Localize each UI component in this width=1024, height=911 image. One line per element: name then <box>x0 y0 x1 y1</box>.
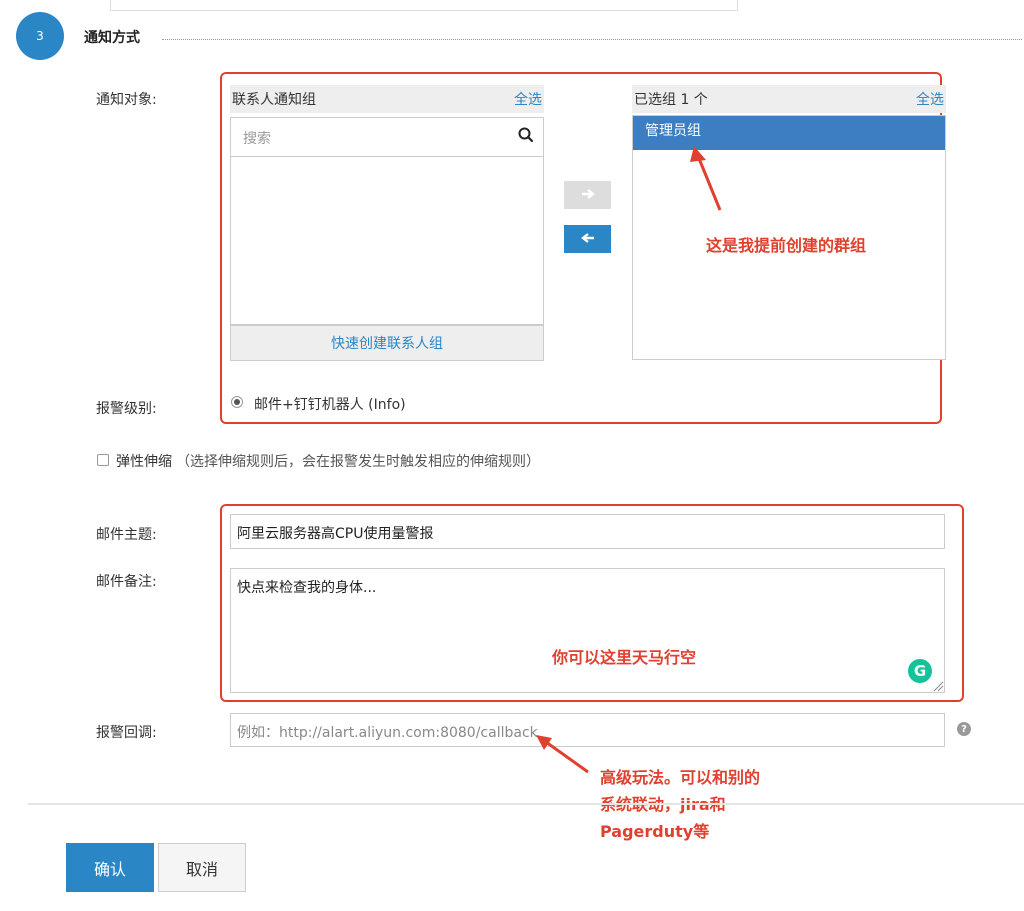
annotation-callback-line1: 高级玩法。可以和别的 <box>600 768 761 787</box>
email-subject-label: 邮件主题: <box>96 527 157 543</box>
move-right-button[interactable] <box>564 181 611 209</box>
contact-groups-list[interactable] <box>230 157 544 325</box>
selected-groups-header: 已选组 1 个 全选 <box>632 85 946 113</box>
email-note-text: 快点来检查我的身体... <box>237 580 377 596</box>
notify-target-label: 通知对象: <box>96 92 157 108</box>
step-number-badge: 3 <box>16 12 64 60</box>
selected-groups-panel: 已选组 1 个 全选 管理员组 <box>632 85 946 360</box>
contact-groups-panel: 联系人通知组 全选 搜索 快速创建联系人组 <box>230 85 544 361</box>
resize-handle-icon[interactable] <box>932 680 944 692</box>
annotation-arrow-group <box>690 146 722 211</box>
grammarly-icon[interactable]: G <box>908 659 932 683</box>
quick-create-group-button[interactable]: 快速创建联系人组 <box>230 325 544 361</box>
arrow-right-icon <box>581 187 595 203</box>
search-icon[interactable] <box>517 126 535 148</box>
contact-groups-title: 联系人通知组 <box>232 92 316 108</box>
arrow-left-icon <box>580 231 595 247</box>
footer-divider <box>28 803 1024 805</box>
email-note-textarea[interactable]: 快点来检查我的身体... <box>230 568 945 693</box>
group-search-input[interactable]: 搜索 <box>230 117 544 157</box>
annotation-group-note: 这是我提前创建的群组 <box>706 236 867 255</box>
search-placeholder: 搜索 <box>243 131 271 147</box>
email-note-label: 邮件备注: <box>96 574 157 590</box>
annotation-free-note: 你可以这里天马行空 <box>552 648 697 667</box>
section-title: 通知方式 <box>84 30 140 46</box>
callback-placeholder: 例如：http://alart.aliyun.com:8080/callback <box>237 725 538 741</box>
elastic-scaling-hint: （选择伸缩规则后，会在报警发生时触发相应的伸缩规则） <box>176 454 540 470</box>
radio-selected-dot <box>234 399 240 405</box>
alert-level-radio[interactable] <box>231 396 243 408</box>
alert-level-option-label: 邮件+钉钉机器人 (Info) <box>254 397 406 413</box>
move-left-button[interactable] <box>564 225 611 253</box>
elastic-scaling-checkbox[interactable] <box>97 454 109 466</box>
section-divider <box>162 39 1022 40</box>
annotation-callback-line3: Pagerduty等 <box>600 822 710 841</box>
cancel-button[interactable]: 取消 <box>158 843 246 892</box>
alert-callback-label: 报警回调: <box>96 725 157 741</box>
previous-input-box <box>110 0 738 11</box>
help-icon[interactable]: ? <box>957 722 971 736</box>
alert-level-label: 报警级别: <box>96 401 157 417</box>
email-subject-input[interactable]: 阿里云服务器高CPU使用量警报 <box>230 514 945 549</box>
select-all-right-link[interactable]: 全选 <box>916 89 944 109</box>
elastic-scaling-label: 弹性伸缩 <box>116 454 172 470</box>
selected-groups-title: 已选组 1 个 <box>634 92 708 108</box>
annotation-arrow-callback <box>536 735 589 774</box>
contact-groups-header: 联系人通知组 全选 <box>230 85 544 113</box>
confirm-button[interactable]: 确认 <box>66 843 154 892</box>
select-all-left-link[interactable]: 全选 <box>514 89 542 109</box>
